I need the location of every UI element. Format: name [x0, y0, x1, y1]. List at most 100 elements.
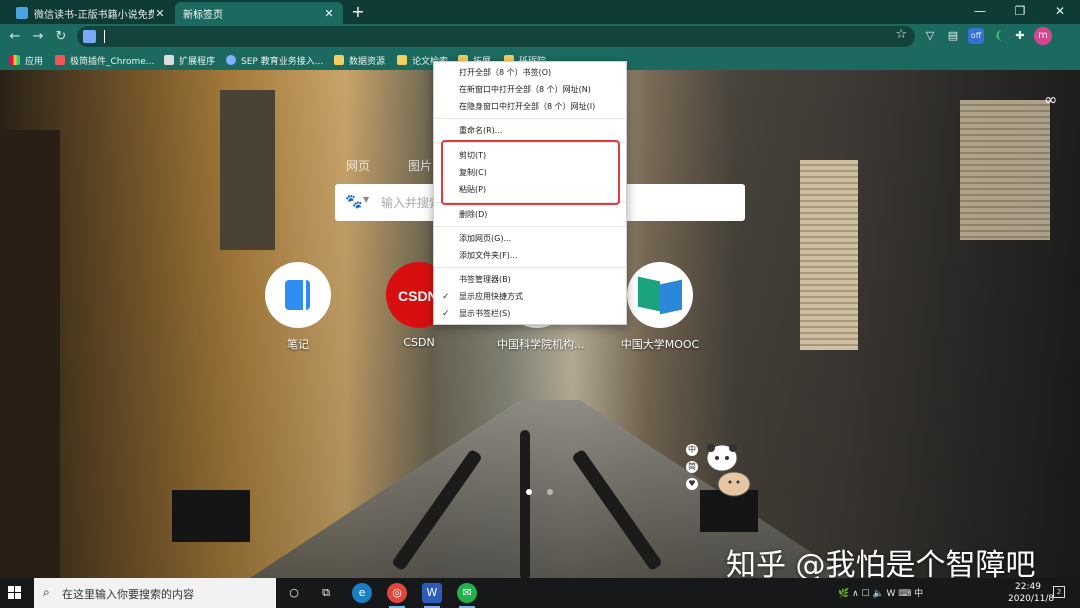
tab-title: 新标签页 — [183, 9, 223, 21]
windows-taskbar: ⌕ 在这里输入你要搜索的内容 ○ ⧉ e ◎ W ✉ 🌿 ∧ ☐ 🔈 W ⌨ 中… — [0, 578, 1080, 608]
menu-item-label: 显示应用快捷方式 — [459, 292, 523, 301]
bookmark-folder-data[interactable]: 数据资源 — [334, 52, 385, 68]
right-shutter — [800, 160, 858, 350]
bookmark-sep[interactable]: SEP 教育业务接入... — [226, 52, 323, 68]
cortana-icon[interactable]: ○ — [284, 583, 304, 603]
bookmark-plugin-site[interactable]: 极简插件_Chrome... — [55, 52, 154, 68]
menu-open-all-incognito[interactable]: 在隐身窗口中打开全部（8 个）网址(I) — [434, 99, 626, 115]
menu-divider — [434, 226, 626, 227]
shortcut-label: 笔记 — [287, 338, 309, 351]
bookmark-apps[interactable]: 应用 — [10, 52, 43, 68]
site-info-icon[interactable] — [83, 30, 96, 43]
right-awning — [960, 100, 1050, 240]
task-view-icon[interactable]: ⧉ — [316, 583, 336, 603]
left-door — [0, 130, 60, 578]
left-window — [220, 90, 275, 250]
heart-icon[interactable]: ♥ — [686, 478, 698, 490]
chrome-icon[interactable]: ◎ — [387, 583, 407, 608]
shortcut-notes[interactable]: 笔记 — [258, 262, 338, 352]
puzzle-icon — [164, 55, 174, 65]
search-icon: ⌕ — [43, 585, 50, 599]
close-window-button[interactable]: ✕ — [1040, 0, 1080, 24]
sep-icon — [226, 55, 236, 65]
chevron-down-icon[interactable]: ▼ — [363, 195, 369, 204]
panda-bear-sticker — [706, 444, 751, 497]
reload-button[interactable]: ↻ — [52, 28, 70, 46]
clock[interactable]: 22:49 2020/11/8 — [1008, 581, 1055, 605]
folder-icon — [334, 55, 344, 65]
wechat-icon[interactable]: ✉ — [457, 583, 477, 608]
shortcut-label: CSDN — [403, 336, 435, 349]
bookmark-label: 应用 — [25, 56, 44, 67]
minimize-button[interactable]: — — [960, 0, 1000, 24]
menu-show-apps-shortcut[interactable]: ✓ 显示应用快捷方式 — [434, 289, 626, 305]
menu-delete[interactable]: 删除(D) — [434, 207, 626, 223]
shortcut-label: 中国大学MOOC — [620, 338, 700, 351]
tab-weread[interactable]: 微信读书-正版书籍小说免费阅读 ✕ — [8, 2, 174, 24]
browser-tab-bar: 微信读书-正版书籍小说免费阅读 ✕ 新标签页 ✕ + — ❐ ✕ — [0, 0, 1080, 24]
menu-open-all-new-window[interactable]: 在新窗口中打开全部（8 个）网址(N) — [434, 82, 626, 98]
close-tab-icon[interactable]: ✕ — [323, 7, 335, 20]
bookmark-extensions[interactable]: 扩展程序 — [164, 52, 215, 68]
tab-title: 微信读书-正版书籍小说免费阅读 — [34, 9, 154, 21]
leaf-icon[interactable]: ❨ — [991, 28, 1007, 44]
menu-show-bookmarks-bar[interactable]: ✓ 显示书签栏(S) — [434, 306, 626, 322]
bookmark-label: 极简插件_Chrome... — [70, 56, 155, 67]
notes-tile-icon — [265, 262, 331, 328]
text-cursor — [104, 30, 105, 43]
mooc-logo-icon — [627, 262, 693, 328]
side-icons: 中 简 ♥ — [686, 444, 698, 495]
taskbar-search-placeholder: 在这里输入你要搜索的内容 — [62, 588, 194, 601]
tab-newtab[interactable]: 新标签页 ✕ — [175, 2, 343, 24]
csdn-logo-text: CSDN — [398, 288, 438, 304]
search-tab-web[interactable]: 网页 — [346, 157, 370, 174]
system-tray-icons[interactable]: 🌿 ∧ ☐ 🔈 W ⌨ 中 — [838, 586, 923, 599]
puzzle-icon[interactable]: ✚ — [1012, 28, 1028, 44]
menu-bookmark-manager[interactable]: 书签管理器(B) — [434, 272, 626, 288]
menu-item-label: 显示书签栏(S) — [459, 309, 511, 318]
back-button[interactable]: ← — [6, 28, 24, 46]
new-tab-button[interactable]: + — [349, 3, 367, 21]
baidu-paw-icon[interactable]: 🐾 — [345, 193, 363, 211]
forward-button[interactable]: → — [29, 28, 47, 46]
shortcut-mooc[interactable]: 中国大学MOOC — [620, 262, 700, 352]
chinese-toggle-icon[interactable]: 中 — [686, 444, 698, 456]
bookmark-label: 数据资源 — [349, 56, 386, 67]
search-tab-images[interactable]: 图片 — [408, 157, 432, 174]
windows-start-icon[interactable] — [8, 586, 22, 600]
restore-button[interactable]: ❐ — [1000, 0, 1040, 24]
menu-rename[interactable]: 重命名(R)... — [434, 123, 626, 139]
folder-icon — [397, 55, 407, 65]
mooc-logo-right — [660, 279, 682, 315]
highlight-annotation-box — [441, 140, 620, 205]
left-bin — [172, 490, 250, 542]
word-icon[interactable]: W — [422, 583, 442, 608]
plugin-site-icon — [55, 55, 65, 65]
edge-icon[interactable]: e — [352, 583, 372, 603]
off-extension-icon[interactable]: off — [968, 28, 984, 44]
menu-add-folder[interactable]: 添加文件夹(F)... — [434, 248, 626, 264]
bookmark-star-icon[interactable]: ☆ — [895, 27, 907, 42]
notes-icon-stripe — [303, 280, 306, 310]
notification-center-icon[interactable]: 2 — [1053, 586, 1065, 598]
pdf-icon[interactable]: ▤ — [945, 28, 961, 44]
profile-avatar[interactable]: m — [1034, 27, 1052, 45]
handrail-center — [520, 430, 530, 578]
close-tab-icon[interactable]: ✕ — [154, 7, 166, 20]
taskbar-search[interactable]: ⌕ 在这里输入你要搜索的内容 — [34, 578, 276, 608]
apps-icon — [10, 55, 20, 65]
browser-toolbar: ← → ↻ ☆ ▽ ▤ off ❨ ✚ m — [0, 24, 1080, 49]
infinity-icon[interactable]: ∞ — [1044, 90, 1057, 109]
vpn-icon[interactable]: ▽ — [922, 28, 938, 44]
menu-add-page[interactable]: 添加网页(G)... — [434, 231, 626, 247]
page-indicator-active[interactable] — [526, 489, 532, 495]
simplified-icon[interactable]: 简 — [686, 461, 698, 473]
check-icon: ✓ — [442, 309, 450, 319]
clock-time: 22:49 — [1015, 582, 1041, 592]
address-bar[interactable]: ☆ — [77, 26, 915, 47]
bookmark-label: SEP 教育业务接入... — [241, 56, 324, 67]
page-indicator[interactable] — [547, 489, 553, 495]
menu-divider — [434, 267, 626, 268]
menu-open-all[interactable]: 打开全部（8 个）书签(O) — [434, 65, 626, 81]
clock-date: 2020/11/8 — [1008, 594, 1055, 604]
